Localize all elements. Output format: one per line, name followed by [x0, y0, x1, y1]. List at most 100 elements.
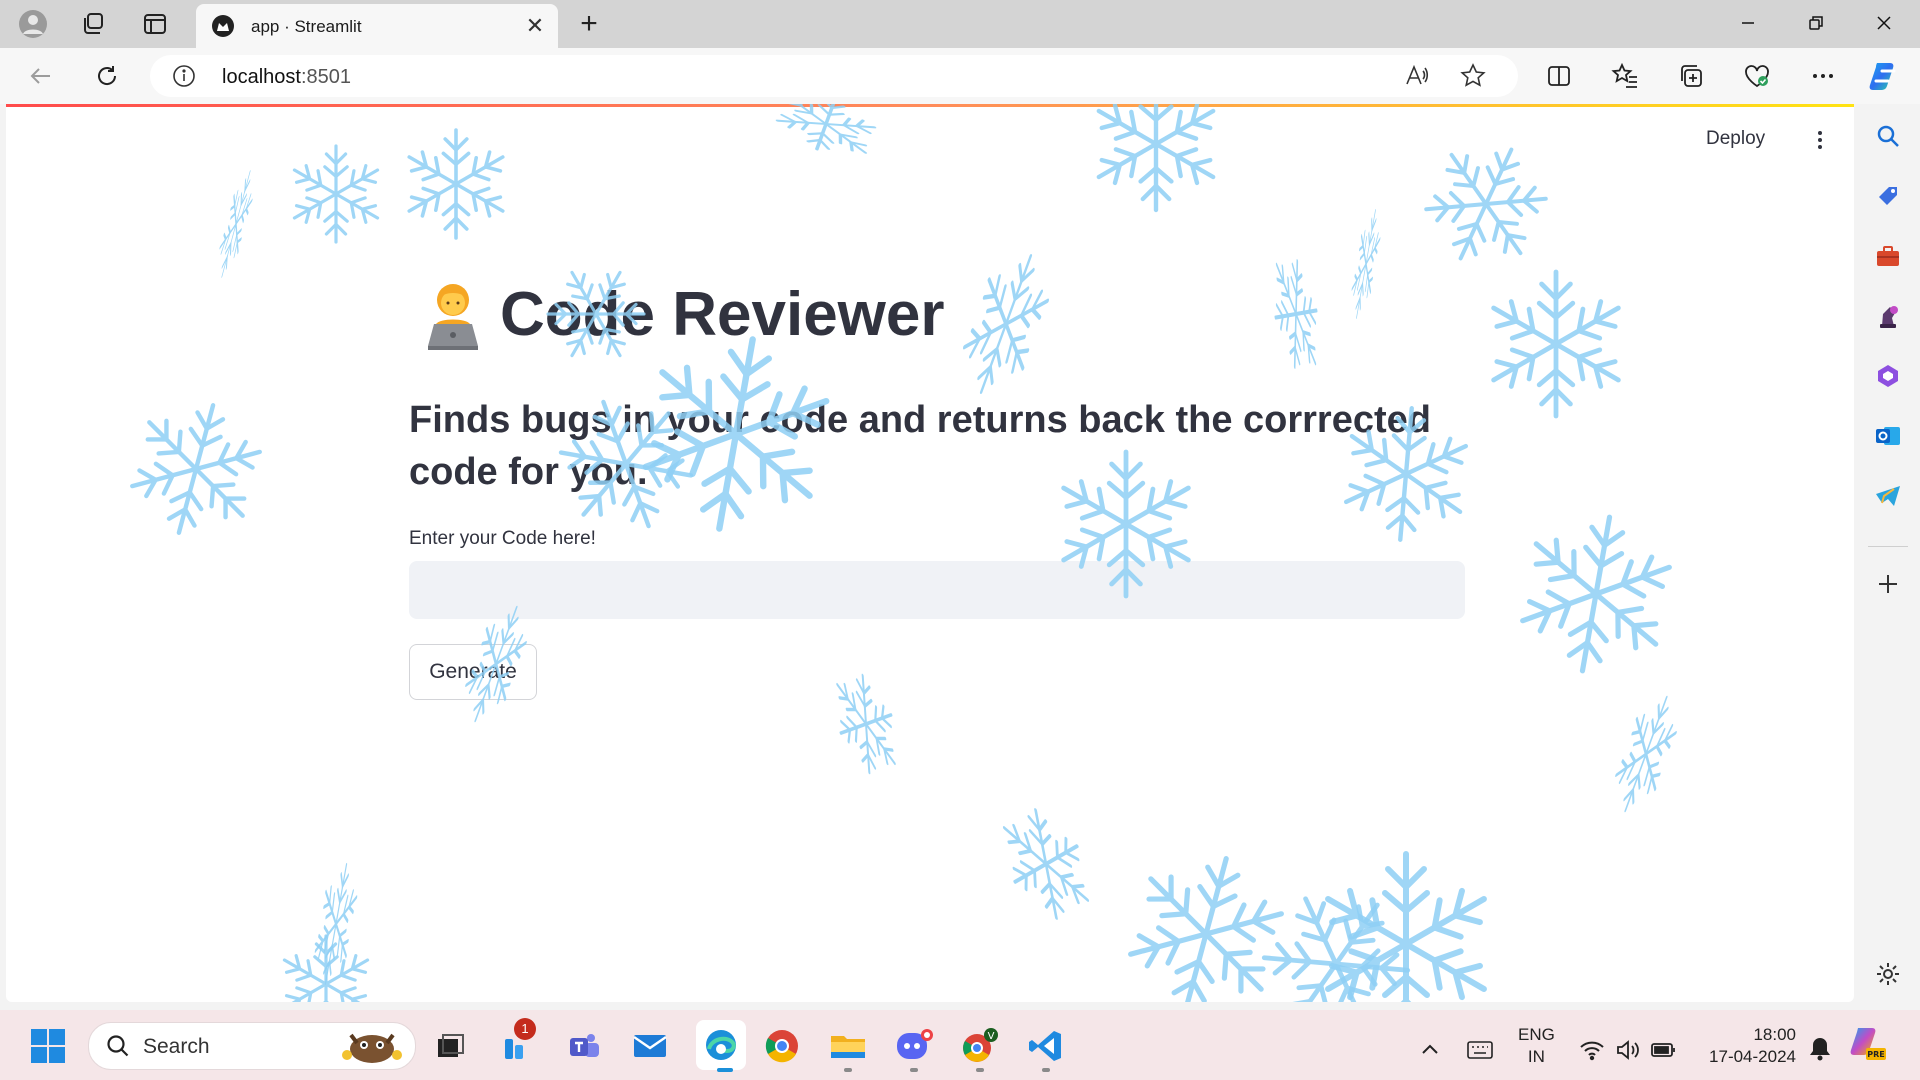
search-icon[interactable]: [1872, 120, 1904, 152]
discord-icon[interactable]: [894, 1026, 934, 1066]
language-code: ENG: [1518, 1025, 1555, 1044]
snowflake: [822, 665, 909, 783]
snowflake: [985, 795, 1106, 933]
vscode-icon[interactable]: [1026, 1026, 1066, 1066]
taskbar-search-box[interactable]: Search: [88, 1022, 416, 1070]
split-screen-icon[interactable]: [1542, 59, 1576, 93]
restore-button[interactable]: [1788, 0, 1844, 46]
chrome-profile-icon[interactable]: V: [960, 1026, 1000, 1066]
telegram-icon[interactable]: [1872, 480, 1904, 512]
windows-start-icon[interactable]: [30, 1028, 66, 1064]
search-highlight-icon: [337, 1025, 407, 1070]
minimize-button[interactable]: [1720, 0, 1776, 46]
generate-button[interactable]: Generate: [409, 644, 537, 700]
snowflake: [1091, 104, 1221, 210]
browser-toolbar: localhost:8501: [0, 48, 1920, 104]
snowflake: [1112, 839, 1300, 1002]
snowflake: [116, 388, 275, 549]
page-subtitle: Finds bugs in your code and returns back…: [409, 399, 1431, 493]
main-menu-icon[interactable]: [1810, 128, 1830, 152]
snowflake: [308, 862, 364, 986]
clock-time: 18:00: [1753, 1025, 1796, 1044]
url-host: localhost: [222, 66, 301, 88]
workspaces-icon[interactable]: [76, 7, 110, 41]
shopping-icon[interactable]: [1872, 180, 1904, 212]
streamlit-app-viewport: Deploy Code Reviewer Finds bugs in your …: [6, 104, 1854, 1002]
close-window-button[interactable]: [1856, 0, 1912, 46]
favorites-icon[interactable]: [1608, 59, 1642, 93]
streamlit-favicon: [212, 15, 234, 37]
office-icon[interactable]: [1872, 360, 1904, 392]
address-bar[interactable]: localhost:8501: [150, 55, 1518, 97]
tab-close-icon[interactable]: ✕: [522, 13, 548, 39]
snowflake: [1265, 252, 1327, 375]
snowflake: [212, 169, 260, 279]
deploy-button[interactable]: Deploy: [1706, 128, 1765, 150]
outlook-icon[interactable]: [1872, 420, 1904, 452]
favorite-star-icon[interactable]: [1460, 63, 1486, 94]
snowflake: [1507, 504, 1685, 684]
windows-taskbar: Search 1 V ENG IN 18:00 17-04-2024 PRE: [0, 1010, 1920, 1080]
settings-icon[interactable]: [1872, 958, 1904, 990]
volume-icon[interactable]: [1608, 1030, 1648, 1070]
system-clock[interactable]: 18:00 17-04-2024: [1700, 1024, 1796, 1068]
svg-text:PRE: PRE: [1867, 1050, 1885, 1059]
tab-actions-icon[interactable]: [138, 7, 172, 41]
tools-icon[interactable]: [1872, 240, 1904, 272]
explorer-running-indicator: [844, 1068, 852, 1072]
battery-icon[interactable]: [1644, 1030, 1684, 1070]
snowflake: [1407, 125, 1565, 284]
read-aloud-icon[interactable]: [1404, 63, 1430, 94]
games-icon[interactable]: [1872, 300, 1904, 332]
snowfall-overlay: [6, 104, 1854, 1002]
info-icon[interactable]: [172, 64, 196, 93]
language-indicator[interactable]: ENG IN: [1518, 1024, 1555, 1068]
url-text[interactable]: localhost:8501: [222, 66, 351, 89]
technologist-emoji-icon: [428, 283, 478, 350]
snowflake: [289, 146, 383, 242]
tab-app-streamlit[interactable]: app · Streamlit ✕: [196, 4, 558, 48]
language-region: IN: [1527, 1047, 1545, 1066]
clock-date: 17-04-2024: [1709, 1047, 1796, 1066]
snowflake: [1485, 272, 1627, 416]
profile-icon[interactable]: [16, 7, 50, 41]
more-icon[interactable]: [1806, 59, 1840, 93]
teams-icon[interactable]: [564, 1026, 604, 1066]
edge-sidebar: [1856, 104, 1920, 1002]
keyboard-icon[interactable]: [1460, 1030, 1500, 1070]
vscode-running-indicator: [1042, 1068, 1050, 1072]
tab-bar: app · Streamlit ✕ +: [0, 0, 1920, 48]
discord-running-indicator: [910, 1068, 918, 1072]
streamlit-decoration-bar: [6, 104, 1854, 107]
add-icon[interactable]: [1872, 568, 1904, 600]
edge-icon[interactable]: [696, 1020, 746, 1070]
snowflake: [1318, 854, 1495, 1002]
page-title: Code Reviewer: [420, 279, 945, 350]
collections-icon[interactable]: [1674, 59, 1708, 93]
code-input[interactable]: [409, 561, 1465, 619]
snowflake: [1346, 209, 1386, 319]
browser-essentials-icon[interactable]: [1740, 59, 1774, 93]
widgets-icon[interactable]: 1: [496, 1018, 536, 1066]
snowflake: [1603, 690, 1688, 819]
snowflake: [403, 130, 509, 238]
chrome-running-indicator: [976, 1068, 984, 1072]
task-view-icon[interactable]: [430, 1026, 470, 1066]
back-icon[interactable]: [24, 59, 58, 93]
notification-badge: 1: [514, 1018, 536, 1040]
new-tab-button[interactable]: +: [572, 7, 606, 41]
copilot-preview-icon[interactable]: PRE: [1848, 1024, 1888, 1064]
mail-icon[interactable]: [630, 1026, 670, 1066]
notification-bell-icon[interactable]: [1800, 1028, 1840, 1068]
snowflake: [279, 936, 373, 1002]
chevron-up-icon[interactable]: [1410, 1030, 1450, 1070]
snowflake: [1237, 864, 1436, 1002]
chrome-icon[interactable]: [762, 1026, 802, 1066]
sidebar-divider: [1868, 546, 1908, 547]
copilot-icon[interactable]: [1868, 59, 1902, 93]
wifi-icon[interactable]: [1572, 1030, 1612, 1070]
url-port: :8501: [300, 66, 351, 88]
svg-text:V: V: [988, 1031, 995, 1042]
refresh-icon[interactable]: [90, 59, 124, 93]
file-explorer-icon[interactable]: [828, 1026, 868, 1066]
